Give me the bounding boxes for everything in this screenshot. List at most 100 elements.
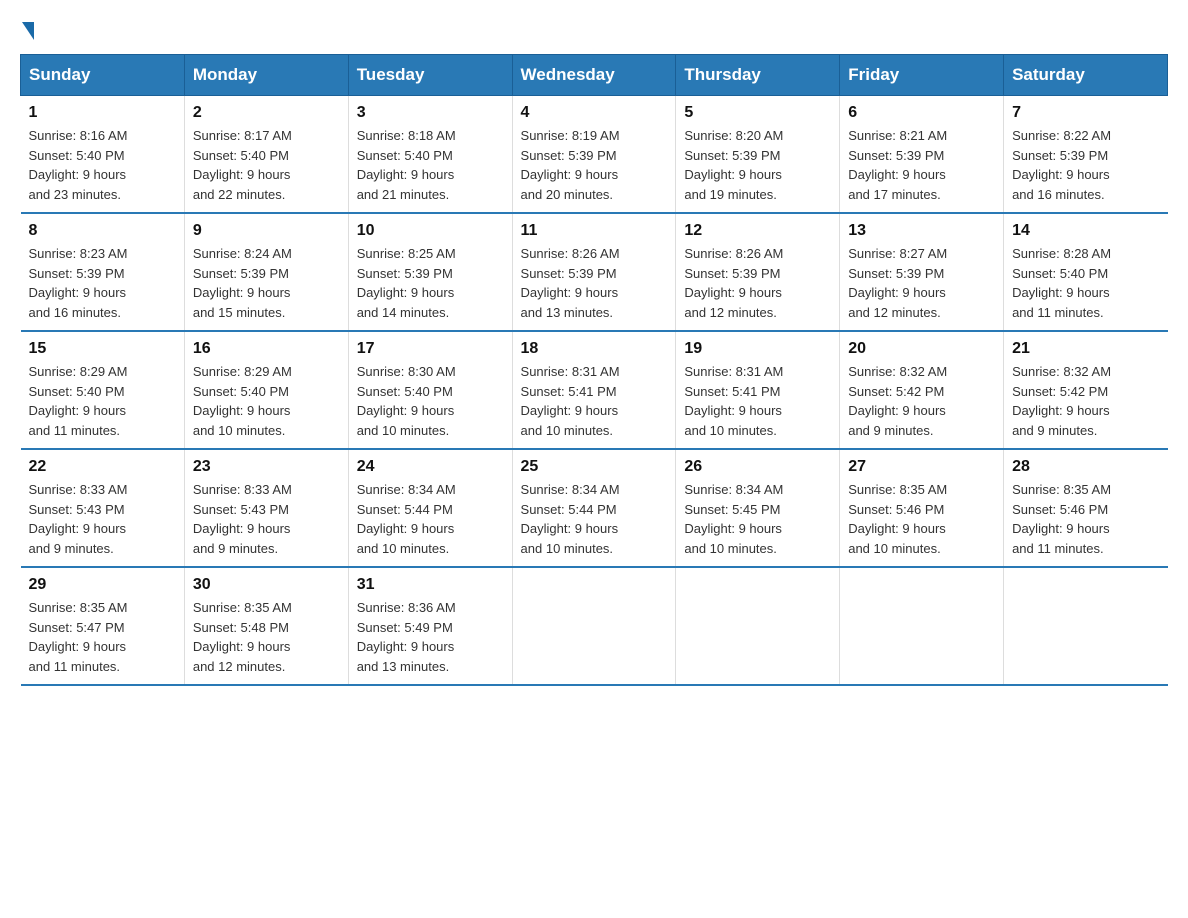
day-number: 22 (29, 458, 176, 476)
weekday-header-friday: Friday (840, 55, 1004, 96)
day-number: 4 (521, 104, 668, 122)
day-number: 27 (848, 458, 995, 476)
day-info: Sunrise: 8:31 AM Sunset: 5:41 PM Dayligh… (521, 362, 668, 440)
day-info: Sunrise: 8:34 AM Sunset: 5:45 PM Dayligh… (684, 480, 831, 558)
day-number: 29 (29, 576, 176, 594)
calendar-cell: 31 Sunrise: 8:36 AM Sunset: 5:49 PM Dayl… (348, 567, 512, 685)
day-info: Sunrise: 8:31 AM Sunset: 5:41 PM Dayligh… (684, 362, 831, 440)
day-number: 15 (29, 340, 176, 358)
day-number: 10 (357, 222, 504, 240)
calendar-cell: 10 Sunrise: 8:25 AM Sunset: 5:39 PM Dayl… (348, 213, 512, 331)
day-info: Sunrise: 8:16 AM Sunset: 5:40 PM Dayligh… (29, 126, 176, 204)
day-info: Sunrise: 8:29 AM Sunset: 5:40 PM Dayligh… (193, 362, 340, 440)
week-row-5: 29 Sunrise: 8:35 AM Sunset: 5:47 PM Dayl… (21, 567, 1168, 685)
calendar-cell: 22 Sunrise: 8:33 AM Sunset: 5:43 PM Dayl… (21, 449, 185, 567)
weekday-header-monday: Monday (184, 55, 348, 96)
day-info: Sunrise: 8:20 AM Sunset: 5:39 PM Dayligh… (684, 126, 831, 204)
calendar-cell: 25 Sunrise: 8:34 AM Sunset: 5:44 PM Dayl… (512, 449, 676, 567)
day-number: 21 (1012, 340, 1159, 358)
day-info: Sunrise: 8:27 AM Sunset: 5:39 PM Dayligh… (848, 244, 995, 322)
day-info: Sunrise: 8:32 AM Sunset: 5:42 PM Dayligh… (1012, 362, 1159, 440)
day-info: Sunrise: 8:25 AM Sunset: 5:39 PM Dayligh… (357, 244, 504, 322)
day-info: Sunrise: 8:24 AM Sunset: 5:39 PM Dayligh… (193, 244, 340, 322)
day-number: 7 (1012, 104, 1159, 122)
day-number: 5 (684, 104, 831, 122)
calendar-cell: 16 Sunrise: 8:29 AM Sunset: 5:40 PM Dayl… (184, 331, 348, 449)
calendar-cell: 7 Sunrise: 8:22 AM Sunset: 5:39 PM Dayli… (1004, 96, 1168, 214)
day-number: 12 (684, 222, 831, 240)
calendar-cell: 26 Sunrise: 8:34 AM Sunset: 5:45 PM Dayl… (676, 449, 840, 567)
calendar-cell (512, 567, 676, 685)
day-number: 6 (848, 104, 995, 122)
calendar-cell: 18 Sunrise: 8:31 AM Sunset: 5:41 PM Dayl… (512, 331, 676, 449)
day-info: Sunrise: 8:30 AM Sunset: 5:40 PM Dayligh… (357, 362, 504, 440)
day-number: 23 (193, 458, 340, 476)
day-number: 28 (1012, 458, 1159, 476)
day-number: 16 (193, 340, 340, 358)
day-info: Sunrise: 8:34 AM Sunset: 5:44 PM Dayligh… (521, 480, 668, 558)
logo (20, 20, 34, 38)
day-info: Sunrise: 8:21 AM Sunset: 5:39 PM Dayligh… (848, 126, 995, 204)
day-number: 26 (684, 458, 831, 476)
calendar-cell: 29 Sunrise: 8:35 AM Sunset: 5:47 PM Dayl… (21, 567, 185, 685)
calendar-cell: 2 Sunrise: 8:17 AM Sunset: 5:40 PM Dayli… (184, 96, 348, 214)
calendar-cell: 28 Sunrise: 8:35 AM Sunset: 5:46 PM Dayl… (1004, 449, 1168, 567)
day-number: 3 (357, 104, 504, 122)
calendar-table: SundayMondayTuesdayWednesdayThursdayFrid… (20, 54, 1168, 686)
calendar-cell: 15 Sunrise: 8:29 AM Sunset: 5:40 PM Dayl… (21, 331, 185, 449)
calendar-cell: 17 Sunrise: 8:30 AM Sunset: 5:40 PM Dayl… (348, 331, 512, 449)
day-info: Sunrise: 8:23 AM Sunset: 5:39 PM Dayligh… (29, 244, 176, 322)
weekday-header-row: SundayMondayTuesdayWednesdayThursdayFrid… (21, 55, 1168, 96)
calendar-cell: 19 Sunrise: 8:31 AM Sunset: 5:41 PM Dayl… (676, 331, 840, 449)
calendar-cell: 6 Sunrise: 8:21 AM Sunset: 5:39 PM Dayli… (840, 96, 1004, 214)
day-number: 30 (193, 576, 340, 594)
day-info: Sunrise: 8:35 AM Sunset: 5:46 PM Dayligh… (1012, 480, 1159, 558)
day-number: 11 (521, 222, 668, 240)
logo-arrow-icon (22, 22, 34, 40)
weekday-header-thursday: Thursday (676, 55, 840, 96)
weekday-header-wednesday: Wednesday (512, 55, 676, 96)
calendar-cell: 5 Sunrise: 8:20 AM Sunset: 5:39 PM Dayli… (676, 96, 840, 214)
day-number: 18 (521, 340, 668, 358)
day-info: Sunrise: 8:26 AM Sunset: 5:39 PM Dayligh… (521, 244, 668, 322)
day-info: Sunrise: 8:35 AM Sunset: 5:47 PM Dayligh… (29, 598, 176, 676)
calendar-cell: 8 Sunrise: 8:23 AM Sunset: 5:39 PM Dayli… (21, 213, 185, 331)
week-row-1: 1 Sunrise: 8:16 AM Sunset: 5:40 PM Dayli… (21, 96, 1168, 214)
calendar-cell: 27 Sunrise: 8:35 AM Sunset: 5:46 PM Dayl… (840, 449, 1004, 567)
day-info: Sunrise: 8:33 AM Sunset: 5:43 PM Dayligh… (193, 480, 340, 558)
day-number: 25 (521, 458, 668, 476)
calendar-cell (1004, 567, 1168, 685)
day-number: 20 (848, 340, 995, 358)
calendar-cell: 13 Sunrise: 8:27 AM Sunset: 5:39 PM Dayl… (840, 213, 1004, 331)
day-info: Sunrise: 8:29 AM Sunset: 5:40 PM Dayligh… (29, 362, 176, 440)
calendar-body: 1 Sunrise: 8:16 AM Sunset: 5:40 PM Dayli… (21, 96, 1168, 686)
day-info: Sunrise: 8:34 AM Sunset: 5:44 PM Dayligh… (357, 480, 504, 558)
calendar-cell: 3 Sunrise: 8:18 AM Sunset: 5:40 PM Dayli… (348, 96, 512, 214)
day-info: Sunrise: 8:19 AM Sunset: 5:39 PM Dayligh… (521, 126, 668, 204)
calendar-cell (840, 567, 1004, 685)
calendar-cell: 24 Sunrise: 8:34 AM Sunset: 5:44 PM Dayl… (348, 449, 512, 567)
calendar-cell: 14 Sunrise: 8:28 AM Sunset: 5:40 PM Dayl… (1004, 213, 1168, 331)
calendar-cell: 21 Sunrise: 8:32 AM Sunset: 5:42 PM Dayl… (1004, 331, 1168, 449)
day-number: 14 (1012, 222, 1159, 240)
day-info: Sunrise: 8:28 AM Sunset: 5:40 PM Dayligh… (1012, 244, 1159, 322)
week-row-2: 8 Sunrise: 8:23 AM Sunset: 5:39 PM Dayli… (21, 213, 1168, 331)
day-info: Sunrise: 8:33 AM Sunset: 5:43 PM Dayligh… (29, 480, 176, 558)
calendar-cell: 11 Sunrise: 8:26 AM Sunset: 5:39 PM Dayl… (512, 213, 676, 331)
day-info: Sunrise: 8:35 AM Sunset: 5:48 PM Dayligh… (193, 598, 340, 676)
calendar-header: SundayMondayTuesdayWednesdayThursdayFrid… (21, 55, 1168, 96)
weekday-header-tuesday: Tuesday (348, 55, 512, 96)
calendar-cell: 23 Sunrise: 8:33 AM Sunset: 5:43 PM Dayl… (184, 449, 348, 567)
page-header (20, 20, 1168, 38)
day-info: Sunrise: 8:17 AM Sunset: 5:40 PM Dayligh… (193, 126, 340, 204)
day-info: Sunrise: 8:36 AM Sunset: 5:49 PM Dayligh… (357, 598, 504, 676)
calendar-cell: 9 Sunrise: 8:24 AM Sunset: 5:39 PM Dayli… (184, 213, 348, 331)
day-number: 1 (29, 104, 176, 122)
day-info: Sunrise: 8:18 AM Sunset: 5:40 PM Dayligh… (357, 126, 504, 204)
day-number: 17 (357, 340, 504, 358)
weekday-header-saturday: Saturday (1004, 55, 1168, 96)
week-row-4: 22 Sunrise: 8:33 AM Sunset: 5:43 PM Dayl… (21, 449, 1168, 567)
day-info: Sunrise: 8:26 AM Sunset: 5:39 PM Dayligh… (684, 244, 831, 322)
calendar-cell: 4 Sunrise: 8:19 AM Sunset: 5:39 PM Dayli… (512, 96, 676, 214)
weekday-header-sunday: Sunday (21, 55, 185, 96)
